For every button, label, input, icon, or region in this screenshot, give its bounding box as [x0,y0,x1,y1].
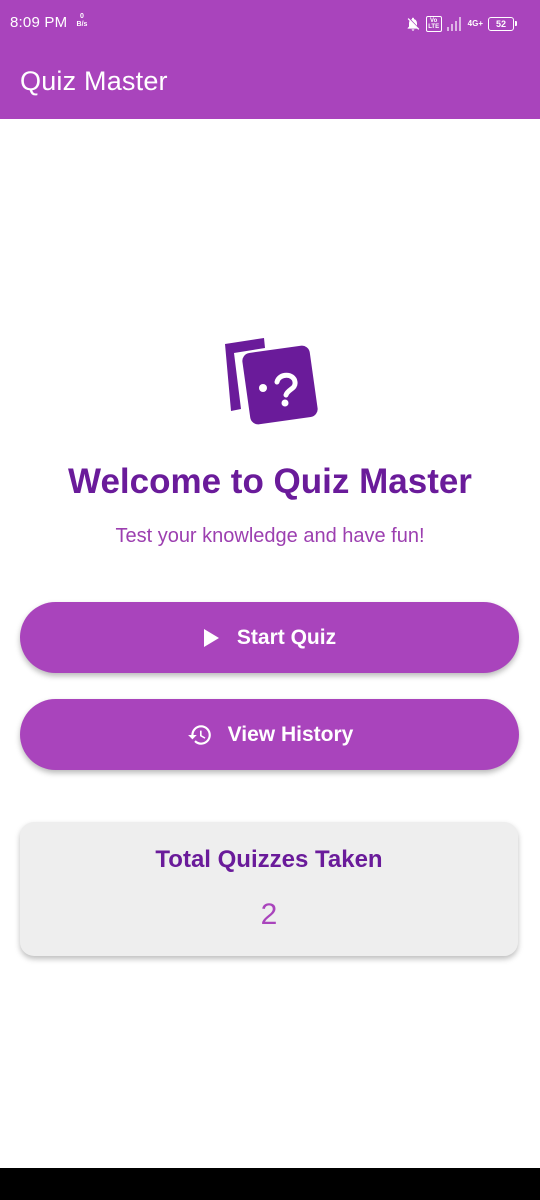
start-quiz-button[interactable]: Start Quiz [20,602,519,673]
play-icon [203,628,219,647]
signal-icon [446,17,463,31]
view-history-button[interactable]: View History [20,699,519,770]
network-speed: 0 B/s [75,13,89,29]
network-type: 4G+ [467,19,483,28]
stats-title: Total Quizzes Taken [155,846,383,873]
app-title: Quiz Master [20,66,168,96]
quiz-cards-icon [222,335,318,427]
mute-bell-icon [405,16,421,32]
status-time: 8:09 PM [10,14,68,31]
app-bar: 8:09 PM 0 B/s Vo LTE 4G+ 52 Quiz Master [0,0,540,119]
stats-value: 2 [260,898,278,931]
history-icon [186,722,214,748]
stats-card: Total Quizzes Taken 2 [20,822,518,956]
view-history-label: View History [227,722,354,746]
welcome-heading: Welcome to Quiz Master [68,462,472,501]
network-speed-unit: B/s [76,21,88,28]
screen: 8:09 PM 0 B/s Vo LTE 4G+ 52 Quiz Master … [0,0,540,1200]
volte-icon: Vo LTE [425,16,442,32]
status-icons: Vo LTE 4G+ 52 [405,14,517,34]
battery-icon: 52 [488,17,517,31]
start-quiz-label: Start Quiz [236,625,337,649]
welcome-subtitle: Test your knowledge and have fun! [115,525,425,547]
system-navigation-bar [0,1168,540,1200]
network-speed-value: 0 [80,13,84,20]
status-bar: 8:09 PM 0 B/s Vo LTE 4G+ 52 [0,0,540,48]
